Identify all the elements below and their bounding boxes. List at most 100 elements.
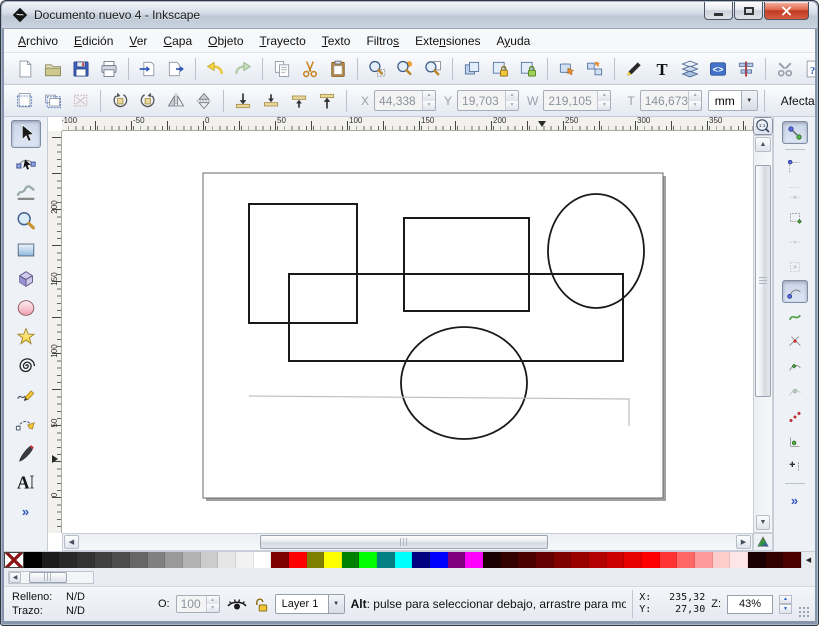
palette-swatch[interactable] — [182, 552, 201, 568]
paste-button[interactable] — [325, 56, 351, 82]
zoom-drawing-button[interactable] — [392, 56, 418, 82]
chevron-down-icon[interactable]: ▼ — [327, 595, 344, 613]
palette-swatch[interactable] — [288, 552, 307, 568]
raise-to-top-button[interactable] — [314, 88, 340, 114]
palette-swatch[interactable] — [747, 552, 766, 568]
selector-tool[interactable] — [10, 120, 41, 148]
scroll-down-button[interactable]: ▼ — [756, 515, 770, 530]
minimize-button[interactable] — [704, 2, 733, 20]
palette-swatch[interactable] — [253, 552, 272, 568]
snapbar-overflow[interactable]: » — [782, 489, 808, 512]
palette-swatch[interactable] — [41, 552, 60, 568]
height-spinner[interactable]: ▲ ▼ — [688, 91, 701, 110]
palette-swatch[interactable] — [518, 552, 537, 568]
vertical-ruler[interactable]: 200 150 100 50 0 — [48, 131, 62, 533]
unlink-clone-button[interactable] — [515, 56, 541, 82]
palette-scroll-arrow[interactable]: ◀ — [801, 552, 815, 568]
snap-paths-button[interactable] — [782, 305, 808, 328]
palette-swatch[interactable] — [24, 552, 42, 568]
palette-swatch[interactable] — [218, 552, 236, 568]
menu-item-objeto[interactable]: Objeto — [200, 31, 251, 51]
palette-swatch[interactable] — [536, 552, 554, 568]
snap-object-centers-button[interactable] — [782, 430, 808, 453]
duplicate-button[interactable] — [459, 56, 485, 82]
undo-button[interactable] — [202, 56, 228, 82]
palette-swatch[interactable] — [571, 552, 589, 568]
palette-swatch[interactable] — [624, 552, 642, 568]
palette-swatch[interactable] — [412, 552, 431, 568]
x-input[interactable]: 44,338 ▲ ▼ — [374, 90, 437, 111]
palette-swatch[interactable] — [94, 552, 113, 568]
star-tool[interactable] — [11, 323, 41, 351]
horizontal-ruler[interactable]: -100 -50 0 50 100 150 200 250 300 350 — [62, 117, 753, 131]
lower-to-bottom-button[interactable] — [230, 88, 256, 114]
snap-cusp-nodes-button[interactable] — [782, 355, 808, 378]
preferences-button[interactable] — [772, 56, 798, 82]
width-spinner[interactable]: ▲ ▼ — [597, 91, 611, 110]
zoom-input[interactable]: 43% — [727, 594, 773, 614]
palette-swatch[interactable] — [112, 552, 130, 568]
menu-item-archivo[interactable]: Archivo — [10, 31, 66, 51]
pencil-tool[interactable] — [11, 381, 41, 409]
zoom-corner-button[interactable]: 1:1 — [753, 117, 773, 135]
copy-button[interactable] — [269, 56, 295, 82]
unit-select[interactable]: mm ▼ — [707, 90, 758, 111]
snap-rotation-center-button[interactable] — [782, 455, 808, 478]
palette-swatch[interactable] — [341, 552, 360, 568]
snap-midpoints-button[interactable] — [782, 405, 808, 428]
palette-swatch[interactable] — [306, 552, 325, 568]
palette-swatch[interactable] — [147, 552, 166, 568]
palette-swatch[interactable] — [465, 552, 484, 568]
layer-lock-icon[interactable] — [254, 596, 269, 613]
x-spinner[interactable]: ▲ ▼ — [422, 91, 436, 110]
print-button[interactable] — [96, 56, 122, 82]
layer-visibility-icon[interactable] — [226, 596, 248, 612]
select-all-layers-button[interactable] — [40, 88, 66, 114]
layers-dialog-button[interactable] — [677, 56, 703, 82]
opacity-spinner[interactable]: ▲ ▼ — [205, 596, 219, 612]
menu-item-ayuda[interactable]: Ayuda — [489, 31, 539, 51]
text-tool[interactable] — [11, 468, 41, 496]
ungroup-button[interactable] — [582, 56, 608, 82]
pen-tool[interactable] — [11, 410, 41, 438]
palette-swatch[interactable] — [606, 552, 625, 568]
fill-stroke-dialog-button[interactable] — [621, 56, 647, 82]
menu-item-extensiones[interactable]: Extensiones — [407, 31, 488, 51]
raise-button[interactable] — [286, 88, 312, 114]
titlebar[interactable]: Documento nuevo 4 - Inkscape — [2, 2, 817, 29]
scroll-right-button[interactable]: ▶ — [736, 535, 751, 549]
box3d-tool[interactable] — [11, 265, 41, 293]
tweak-tool[interactable] — [11, 178, 41, 206]
canvas[interactable] — [62, 131, 753, 533]
vertical-scroll-track[interactable] — [755, 153, 771, 515]
create-clone-button[interactable] — [487, 56, 513, 82]
node-tool[interactable] — [11, 149, 41, 177]
open-button[interactable] — [40, 56, 66, 82]
opacity-input[interactable]: 100 ▲ ▼ — [175, 595, 220, 613]
palette-swatch[interactable] — [271, 552, 289, 568]
vertical-scroll-thumb[interactable] — [755, 165, 771, 397]
calligraphy-tool[interactable] — [11, 439, 41, 467]
palette-swatch[interactable] — [712, 552, 731, 568]
palette-swatch[interactable] — [394, 552, 413, 568]
cut-button[interactable] — [297, 56, 323, 82]
select-all-button[interactable] — [12, 88, 38, 114]
palette-scroll-thumb[interactable] — [29, 571, 67, 583]
palette-scroll-track[interactable] — [21, 571, 93, 583]
zoom-selection-button[interactable] — [364, 56, 390, 82]
palette-swatch[interactable] — [359, 552, 378, 568]
fill-value[interactable]: N/D — [66, 591, 85, 604]
palette-swatch[interactable] — [500, 552, 519, 568]
horizontal-scroll-thumb[interactable] — [260, 535, 548, 549]
palette-swatch[interactable] — [783, 552, 801, 568]
palette-swatch[interactable] — [677, 552, 695, 568]
palette-swatch[interactable] — [165, 552, 183, 568]
zoom-up-button[interactable]: ▲ — [779, 594, 792, 604]
stroke-value[interactable]: N/D — [66, 605, 85, 618]
palette-scrollbar[interactable]: ◀ — [8, 570, 94, 584]
palette-swatch[interactable] — [447, 552, 466, 568]
rotate-ccw-button[interactable] — [107, 88, 133, 114]
y-spinner[interactable]: ▲ ▼ — [505, 91, 519, 110]
snap-bbox-button[interactable] — [782, 155, 808, 178]
rotate-cw-button[interactable] — [135, 88, 161, 114]
